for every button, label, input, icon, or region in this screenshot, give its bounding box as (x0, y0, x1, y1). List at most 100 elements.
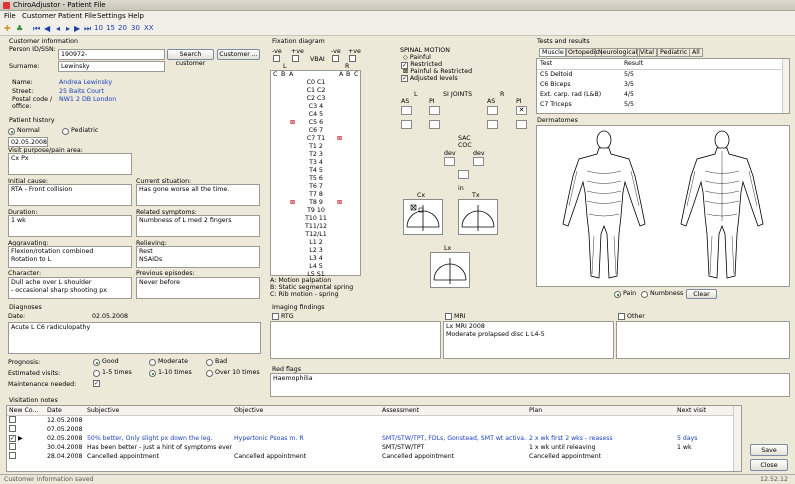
cx-motion-diagram[interactable] (403, 199, 443, 235)
spine-segment-15[interactable]: T8 9 (301, 199, 331, 206)
spine-segment-17[interactable]: T10 11 (301, 215, 331, 222)
spine-segment-2[interactable]: C2 C3 (301, 95, 331, 102)
prognosis-bad-radio[interactable] (206, 359, 213, 366)
person-id-input[interactable]: 190972- (58, 49, 165, 60)
aggravating-input[interactable]: Flexion/rotation combined Rotation to L (8, 246, 132, 268)
visit-new-checkbox-cell[interactable] (7, 415, 45, 425)
prev-icon[interactable]: ◀ (44, 24, 50, 33)
pediatric-radio[interactable] (62, 128, 69, 135)
spine-segment-13[interactable]: T6 7 (301, 183, 331, 190)
related-symptoms-input[interactable]: Numbness of L med 2 fingers (136, 215, 260, 237)
visits-1-10-radio[interactable] (149, 370, 156, 377)
visit-new-checkbox-cell[interactable] (7, 424, 45, 434)
numbness-radio[interactable] (641, 291, 648, 298)
add-icon[interactable]: ✚ (4, 24, 11, 33)
visit-checkbox[interactable] (9, 424, 16, 432)
tab-muscle[interactable]: Muscle (539, 48, 567, 57)
spinal-check-2[interactable]: ✓ (401, 75, 408, 82)
forward-icon[interactable]: ▸ (66, 24, 70, 33)
first-icon[interactable]: ⏮ (33, 24, 40, 33)
spine-segment-9[interactable]: T2 3 (301, 151, 331, 158)
spine-segment-8[interactable]: T1 2 (301, 143, 331, 150)
visitation-table[interactable]: New Co... Date Subjective Objective Asse… (6, 405, 742, 472)
visit-purpose-input[interactable]: Cx Px (8, 153, 132, 175)
spine-segment-7[interactable]: C7 T1 (301, 135, 331, 142)
spine-segment-6[interactable]: C6 7 (301, 127, 331, 134)
visits-scrollbar[interactable] (733, 406, 741, 471)
spine-segment-14[interactable]: T7 8 (301, 191, 331, 198)
menu-file[interactable]: File (4, 12, 16, 20)
si-box-4[interactable]: ✕ (516, 106, 527, 115)
initial-cause-input[interactable]: RTA - Front collision (8, 184, 132, 206)
sac-box-2[interactable] (473, 157, 484, 166)
spine-segment-0[interactable]: C0 C1 (301, 79, 331, 86)
visit-checkbox[interactable] (9, 452, 16, 460)
spine-segment-12[interactable]: T5 6 (301, 175, 331, 182)
red-flags-input[interactable]: Haemophilia (270, 373, 790, 397)
spine-segment-23[interactable]: L4 5 (301, 263, 331, 270)
current-situation-input[interactable]: Has gone worse all the time. (136, 184, 260, 206)
toolbar-10[interactable]: 10 (94, 24, 103, 33)
previous-episodes-input[interactable]: Never before (136, 277, 260, 299)
spine-segment-16[interactable]: T9 10 (301, 207, 331, 214)
sac-box-1[interactable] (444, 157, 455, 166)
toolbar-30[interactable]: 30 (131, 24, 140, 33)
last-icon[interactable]: ⏭ (84, 24, 91, 33)
save-button[interactable]: Save (750, 444, 788, 456)
spine-segment-18[interactable]: T11/12 (301, 223, 331, 230)
visits-over-10-radio[interactable] (206, 370, 213, 377)
tests-table[interactable]: Test Result C5 Deltoid 5/5 C6 Biceps 3/5 Ex… (536, 58, 790, 114)
visit-checkbox[interactable] (9, 415, 16, 423)
spine-segment-10[interactable]: T3 4 (301, 159, 331, 166)
diagnosis-text[interactable]: Acute L C6 radiculopathy (8, 322, 261, 354)
fixation-mark-left[interactable]: ⊠ (290, 119, 295, 126)
spine-segment-19[interactable]: T12/L1 (301, 231, 331, 238)
menu-customer[interactable]: Customer (22, 12, 56, 20)
si-box-1[interactable] (401, 106, 412, 115)
toolbar-20[interactable]: 20 (118, 24, 127, 33)
table-row[interactable]: 12.05.2008 (7, 415, 733, 425)
prognosis-moderate-radio[interactable] (149, 359, 156, 366)
clear-button[interactable]: Clear (686, 289, 717, 299)
toolbar-15[interactable]: 15 (106, 24, 115, 33)
mri-findings[interactable]: Lx MRI 2008 Moderate prolapsed disc L L4… (443, 321, 614, 359)
table-row[interactable]: ✓ ▶ 02.05.2008 50% better, Only slight px … (7, 434, 733, 443)
spine-segment-20[interactable]: L1 2 (301, 239, 331, 246)
normal-radio[interactable] (8, 128, 15, 135)
toolbar-xx[interactable]: XX (144, 24, 154, 33)
si-box-3[interactable] (487, 106, 498, 115)
history-date-input[interactable]: 02.05.2008 (8, 137, 48, 147)
fixation-mark-right[interactable]: ⊠ (337, 135, 342, 142)
table-row[interactable]: C7 Triceps 5/5 (537, 99, 781, 109)
maintenance-checkbox[interactable]: ✓ (93, 380, 100, 387)
other-findings[interactable] (616, 321, 790, 359)
character-input[interactable]: Dull ache over L shoulder - occasional s… (8, 277, 132, 299)
spine-segment-4[interactable]: C4 5 (301, 111, 331, 118)
table-row[interactable]: 30.04.2008 Has been better - just a hint … (7, 443, 733, 452)
menu-help[interactable]: Help (128, 12, 144, 20)
next-icon[interactable]: ▶ (74, 24, 80, 33)
spine-segment-11[interactable]: T4 5 (301, 167, 331, 174)
spinal-check-1[interactable]: ✓ (401, 62, 408, 69)
mri-checkbox[interactable] (445, 313, 452, 320)
other-checkbox[interactable] (618, 313, 625, 320)
table-row[interactable]: Ext. carp. rad (L&B) 4/5 (537, 89, 781, 99)
table-row[interactable]: C6 Biceps 3/5 (537, 79, 781, 89)
menu-patient-file[interactable]: Patient File (58, 12, 96, 20)
dermatome-chart[interactable] (536, 125, 790, 287)
tests-scrollbar[interactable] (782, 59, 789, 113)
tab-all[interactable]: All (689, 48, 703, 57)
fixation-mark-right[interactable]: ⊠ (337, 199, 342, 206)
prognosis-good-radio[interactable] (93, 359, 100, 366)
tab-pediatric[interactable]: Pediatric (657, 48, 691, 57)
spine-segment-1[interactable]: C1 C2 (301, 87, 331, 94)
ve-right-checkbox[interactable] (292, 55, 299, 62)
spine-segment-21[interactable]: L2 3 (301, 247, 331, 254)
fixation-diagram[interactable]: C B A A B C C0 C1 C1 C2 C2 C3 C3 4 C4 5 C5 6 ⊠… (270, 70, 361, 278)
people-icon[interactable]: ♣ (16, 24, 23, 33)
search-customer-button[interactable]: Search customer (167, 49, 214, 67)
tab-neurological[interactable]: Neurological (595, 48, 641, 57)
si-box-5[interactable] (401, 120, 412, 129)
visit-new-checkbox-cell[interactable]: ✓ ▶ (7, 434, 45, 443)
table-row[interactable]: C5 Deltoid 5/5 (537, 69, 781, 79)
